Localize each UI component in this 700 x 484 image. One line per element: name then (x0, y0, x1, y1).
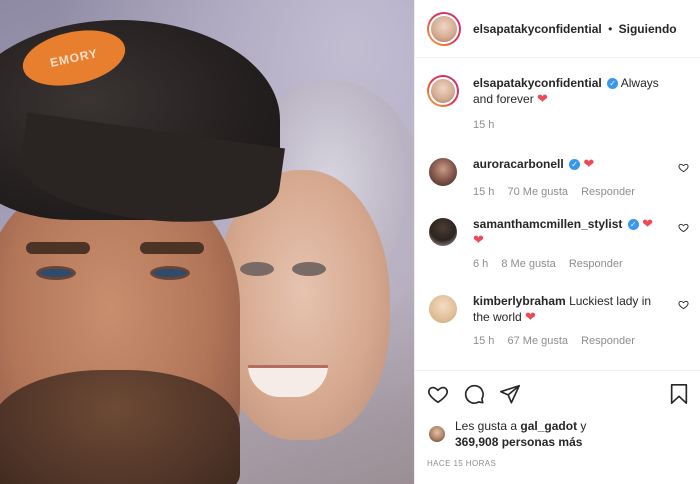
comment-likes[interactable]: 67 Me gusta (507, 335, 568, 347)
post-photo[interactable]: EMORY (0, 0, 414, 484)
author-avatar[interactable] (427, 11, 461, 46)
reply-button[interactable]: Responder (581, 186, 635, 198)
heart-icon[interactable] (427, 383, 449, 405)
comment-time[interactable]: 15 h (473, 186, 494, 198)
reply-button[interactable]: Responder (569, 258, 623, 270)
author-username[interactable]: elsapatakyconfidential (473, 22, 602, 36)
liker-username[interactable]: gal_gadot (520, 419, 577, 433)
comment-item: kimberlybraham Luckiest lady in the worl… (427, 293, 689, 347)
comment-icon[interactable] (463, 383, 485, 405)
heart-emoji-icon: ❤ (473, 232, 484, 247)
commenter-avatar[interactable] (427, 216, 459, 248)
likes-count[interactable]: 369,908 personas más (455, 435, 582, 449)
bookmark-icon[interactable] (669, 383, 689, 405)
photo-brow (26, 242, 90, 254)
separator-dot: • (608, 21, 613, 36)
caption: elsapatakyconfidential ✓ Always and fore… (427, 75, 689, 131)
photo-eye (36, 266, 76, 280)
comment-username[interactable]: auroracarbonell (473, 157, 564, 171)
caption-username[interactable]: elsapatakyconfidential (473, 76, 602, 90)
comment-username[interactable]: kimberlybraham (473, 294, 566, 308)
verified-icon: ✓ (607, 78, 619, 89)
likes-summary: Les gusta a gal_gadot y 369,908 personas… (415, 417, 700, 451)
like-comment-heart-icon[interactable] (678, 222, 689, 236)
commenter-avatar[interactable] (427, 293, 459, 325)
following-button[interactable]: Siguiendo (619, 22, 677, 36)
photo-eye (240, 262, 274, 276)
commenter-avatar[interactable] (427, 156, 459, 188)
post-actions: Les gusta a gal_gadot y 369,908 personas… (415, 370, 700, 468)
comment-likes[interactable]: 70 Me gusta (507, 186, 568, 198)
heart-emoji-icon: ❤ (525, 309, 536, 324)
heart-emoji-icon: ❤ (537, 91, 548, 106)
heart-emoji-icon: ❤ (642, 216, 653, 231)
action-bar (415, 371, 700, 417)
like-comment-heart-icon[interactable] (678, 299, 689, 313)
post-timestamp[interactable]: HACE 15 HORAS (415, 451, 700, 468)
photo-eye (150, 266, 190, 280)
verified-icon: ✓ (627, 219, 639, 230)
comment-time[interactable]: 6 h (473, 258, 488, 270)
post-side-panel: elsapatakyconfidential • Siguiendo elsap… (414, 0, 700, 484)
share-icon[interactable] (499, 383, 521, 405)
comment-username[interactable]: samanthamcmillen_stylist (473, 217, 622, 231)
comment-item: auroracarbonell ✓ ❤ 15 h 70 Me gusta Res… (427, 156, 689, 198)
comment-item: samanthamcmillen_stylist ✓ ❤ ❤ 6 h 8 Me … (427, 216, 689, 270)
liker-avatar[interactable] (427, 424, 447, 444)
photo-eye (292, 262, 326, 276)
comment-likes[interactable]: 8 Me gusta (501, 258, 555, 270)
comments-list: elsapatakyconfidential ✓ Always and fore… (415, 59, 700, 370)
post-header: elsapatakyconfidential • Siguiendo (415, 0, 700, 58)
author-avatar[interactable] (427, 75, 459, 107)
reply-button[interactable]: Responder (581, 335, 635, 347)
verified-icon: ✓ (569, 159, 581, 170)
photo-beard (0, 370, 240, 484)
photo-brow (140, 242, 204, 254)
comment-time[interactable]: 15 h (473, 335, 494, 347)
likes-prefix: Les gusta a (455, 419, 518, 433)
like-comment-heart-icon[interactable] (678, 162, 689, 176)
heart-emoji-icon: ❤ (583, 156, 595, 171)
caption-time[interactable]: 15 h (473, 119, 494, 131)
likes-connector: y (580, 419, 587, 433)
